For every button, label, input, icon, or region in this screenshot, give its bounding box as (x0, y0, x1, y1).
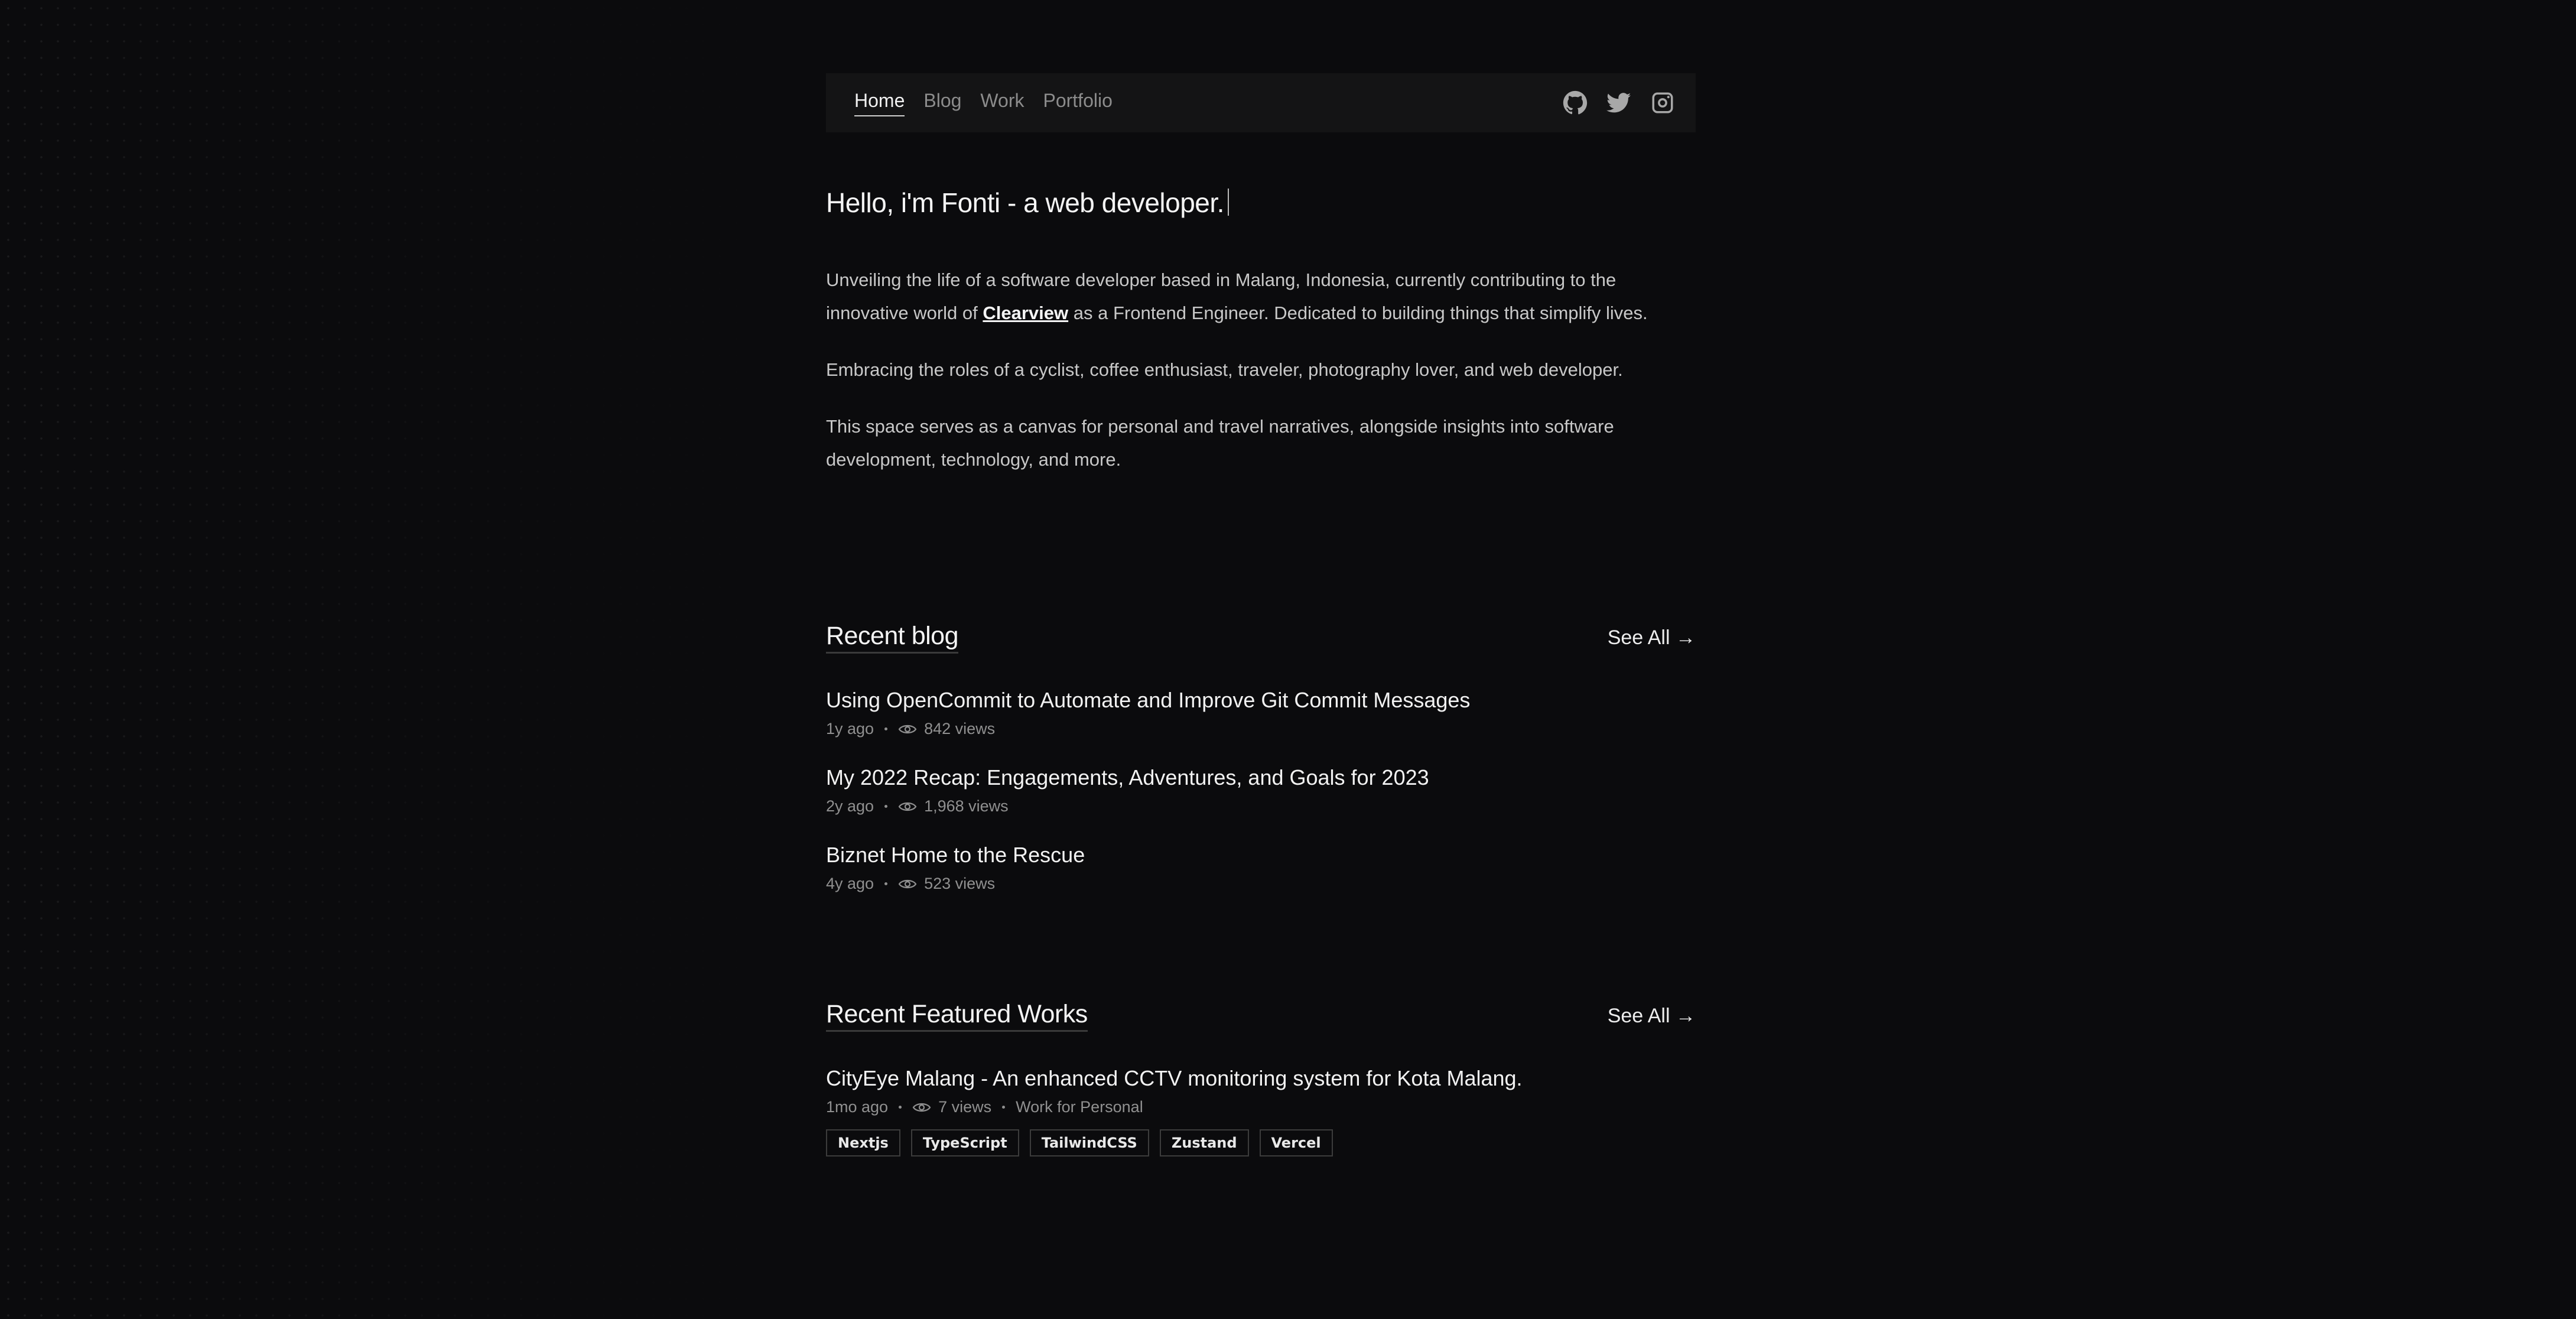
typing-cursor (1227, 189, 1229, 216)
separator-dot (884, 805, 888, 808)
work-category: Work for Personal (1016, 1098, 1143, 1116)
github-icon[interactable] (1562, 90, 1588, 116)
blog-post-meta: 2y ago 1,968 views (826, 797, 1696, 816)
post-age: 4y ago (826, 875, 874, 892)
bio: Unveiling the life of a software develop… (826, 264, 1677, 500)
blog-post[interactable]: Biznet Home to the Rescue 4y ago 523 vie… (826, 843, 1696, 893)
tag-typescript: TypeScript (910, 1129, 1019, 1156)
recent-blog-title: Recent blog (826, 622, 959, 654)
post-views: 523 views (924, 875, 996, 892)
nav-links: Home Blog Work Portfolio (854, 90, 1113, 116)
tag-zustand: Zustand (1159, 1129, 1249, 1156)
recent-works-header: Recent Featured Works See All → (826, 1000, 1696, 1032)
instagram-icon[interactable] (1650, 90, 1676, 116)
recent-works-title: Recent Featured Works (826, 1000, 1088, 1032)
eye-icon (898, 878, 917, 891)
separator-dot (884, 727, 888, 730)
separator-dot (884, 882, 888, 885)
works-see-all-link[interactable]: See All → (1608, 1005, 1696, 1028)
tag-tailwindcss: TailwindCSS (1029, 1129, 1149, 1156)
recent-blog-section: Recent blog See All → Using OpenCommit t… (826, 622, 1696, 893)
nav-link-blog[interactable]: Blog (923, 90, 961, 116)
page-container: Home Blog Work Portfolio Hello, i'm Font… (826, 73, 1696, 1156)
blog-post[interactable]: Using OpenCommit to Automate and Improve… (826, 688, 1696, 738)
bio-p1-after: as a Frontend Engineer. Dedicated to bui… (1068, 303, 1648, 323)
clearview-link[interactable]: Clearview (983, 303, 1068, 323)
blog-see-all-link[interactable]: See All → (1608, 626, 1696, 649)
twitter-icon[interactable] (1606, 90, 1632, 116)
post-views: 842 views (924, 720, 996, 738)
work-title[interactable]: CityEye Malang - An enhanced CCTV monito… (826, 1066, 1696, 1091)
work-meta: 1mo ago 7 views Work for Personal (826, 1098, 1696, 1116)
work-item[interactable]: CityEye Malang - An enhanced CCTV monito… (826, 1066, 1696, 1156)
nav-link-work[interactable]: Work (980, 90, 1024, 116)
bio-paragraph-2: Embracing the roles of a cyclist, coffee… (826, 359, 1623, 380)
eye-icon (898, 800, 917, 813)
recent-works-section: Recent Featured Works See All → CityEye … (826, 1000, 1696, 1156)
bio-paragraph-3: This space serves as a canvas for person… (826, 416, 1614, 470)
post-age: 1y ago (826, 720, 874, 738)
hero-title: Hello, i'm Fonti - a web developer. (826, 187, 1229, 219)
nav-link-portfolio[interactable]: Portfolio (1043, 90, 1112, 116)
work-views: 7 views (938, 1098, 992, 1116)
tag-vercel: Vercel (1259, 1129, 1333, 1156)
separator-dot (1002, 1106, 1006, 1109)
blog-post-title[interactable]: Using OpenCommit to Automate and Improve… (826, 688, 1696, 713)
blog-post-meta: 1y ago 842 views (826, 720, 1696, 738)
blog-post-title[interactable]: My 2022 Recap: Engagements, Adventures, … (826, 765, 1696, 790)
separator-dot (899, 1106, 902, 1109)
work-age: 1mo ago (826, 1098, 889, 1116)
hero-title-text: Hello, i'm Fonti - a web developer. (826, 187, 1224, 218)
nav-link-home[interactable]: Home (854, 90, 905, 116)
blog-post-meta: 4y ago 523 views (826, 875, 1696, 893)
bio-paragraph-1: Unveiling the life of a software develop… (826, 264, 1677, 330)
recent-blog-header: Recent blog See All → (826, 622, 1696, 654)
eye-icon (898, 723, 917, 736)
eye-icon (912, 1101, 931, 1114)
work-tags: Nextjs TypeScript TailwindCSS Zustand Ve… (826, 1129, 1696, 1156)
social-icons (1562, 90, 1676, 116)
post-views: 1,968 views (924, 797, 1009, 815)
blog-post[interactable]: My 2022 Recap: Engagements, Adventures, … (826, 765, 1696, 816)
top-nav: Home Blog Work Portfolio (826, 73, 1696, 132)
blog-post-title[interactable]: Biznet Home to the Rescue (826, 843, 1696, 868)
tag-nextjs: Nextjs (826, 1129, 900, 1156)
post-age: 2y ago (826, 797, 874, 815)
